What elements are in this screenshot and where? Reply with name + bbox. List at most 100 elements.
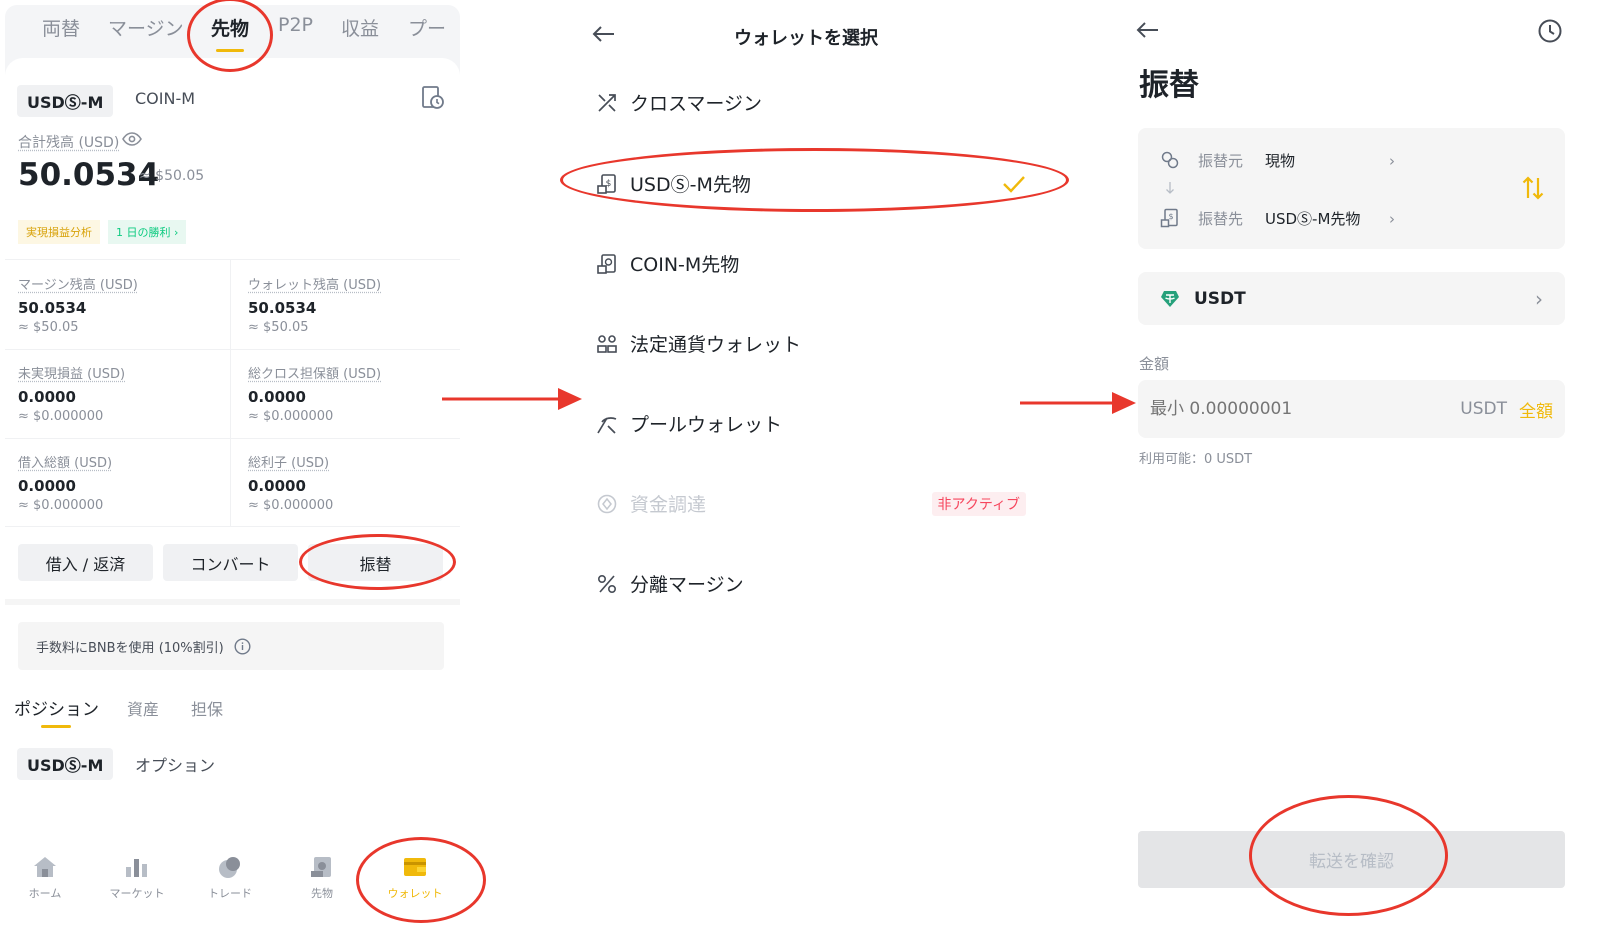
wallet-option-cross-margin[interactable]: クロスマージン	[596, 89, 762, 116]
wallet-option-pool[interactable]: プールウォレット	[596, 410, 782, 437]
futures-icon	[309, 855, 335, 879]
segment-coin-m[interactable]: COIN-M	[135, 89, 195, 108]
tab-p2p[interactable]: P2P	[278, 14, 313, 36]
available-balance: 利用可能：0 USDT	[1139, 452, 1253, 467]
position-segment-options[interactable]: オプション	[135, 752, 215, 776]
coin-select[interactable]: USDT ›	[1138, 272, 1565, 325]
highlight-futures-tab	[187, 0, 273, 72]
highlight-transfer-button	[299, 534, 456, 590]
wallet-option-funding: 資金調達 非アクティブ	[596, 490, 1026, 517]
convert-button[interactable]: コンバート	[163, 544, 298, 581]
pnl-analysis-chip[interactable]: 実現損益分析	[18, 220, 100, 244]
total-balance-approx: ≈ $50.05	[139, 168, 205, 184]
divider	[230, 259, 231, 526]
swap-direction-icon[interactable]	[1521, 174, 1545, 202]
wallet-balance-value: 50.0534	[248, 299, 317, 317]
unrealized-pnl-label: 未実現損益 (USD)	[18, 367, 126, 382]
nav-futures[interactable]: 先物	[287, 855, 357, 901]
bnb-fee-note[interactable]: 手数料にBNBを使用 (10%割引)	[18, 622, 444, 670]
tab-pool[interactable]: プー	[408, 14, 446, 41]
total-borrowed-approx: ≈ $0.000000	[18, 498, 104, 513]
highlight-usds-m-option	[560, 148, 1069, 212]
nav-trade[interactable]: トレード	[195, 855, 265, 901]
from-wallet-select[interactable]: 現物 ›	[1265, 150, 1395, 171]
amount-field[interactable]: USDT 全額	[1138, 380, 1565, 438]
tether-icon	[1160, 289, 1180, 309]
eye-icon[interactable]	[122, 131, 142, 147]
total-interest-value: 0.0000	[248, 477, 306, 495]
wallet-option-fiat[interactable]: 法定通貨ウォレット	[596, 330, 801, 357]
page-title: 振替	[1139, 68, 1199, 103]
nav-home-label: ホーム	[28, 887, 62, 900]
tab-exchange[interactable]: 両替	[42, 14, 80, 41]
from-value: 現物	[1265, 152, 1296, 170]
fiat-wallet-icon	[596, 333, 618, 355]
trade-icon	[217, 855, 243, 879]
position-segment-usds-m[interactable]: USDⓈ-M	[17, 748, 114, 780]
daily-win-chip[interactable]: 1 日の勝利 ›	[108, 220, 187, 244]
tab-margin[interactable]: マージン	[108, 14, 184, 41]
home-icon	[32, 855, 58, 879]
cross-margin-icon	[596, 92, 618, 114]
cross-collateral-value: 0.0000	[248, 388, 306, 406]
nav-home[interactable]: ホーム	[10, 855, 80, 901]
from-wallet-icon	[1160, 150, 1180, 170]
section-separator	[5, 599, 460, 605]
divider	[5, 349, 460, 350]
margin-balance-label: マージン残高 (USD)	[18, 278, 138, 293]
arrow-down-icon	[1165, 181, 1175, 195]
to-wallet-icon: $	[1160, 208, 1180, 228]
chevron-right-icon: ›	[1389, 209, 1395, 228]
wallet-option-label: 分離マージン	[630, 574, 744, 596]
to-wallet-select[interactable]: USDⓈ-M先物 ›	[1265, 208, 1395, 229]
red-arrow-icon	[1018, 390, 1138, 416]
wallet-option-label: クロスマージン	[630, 93, 763, 115]
divider	[5, 438, 460, 439]
futures-wallet-screen: 両替 マージン 先物 P2P 収益 プー USDⓈ-M COIN-M 合計残高 …	[0, 0, 470, 947]
total-interest-approx: ≈ $0.000000	[248, 498, 334, 513]
isolated-margin-icon	[596, 573, 618, 595]
cross-collateral-approx: ≈ $0.000000	[248, 409, 334, 424]
wallet-balance-approx: ≈ $50.05	[248, 320, 309, 335]
nav-markets-label: マーケット	[109, 887, 165, 900]
chevron-right-icon: ›	[1389, 151, 1395, 170]
chevron-right-icon: ›	[1535, 286, 1543, 311]
from-label: 振替元	[1198, 152, 1244, 170]
history-icon[interactable]	[421, 85, 445, 111]
inactive-badge: 非アクティブ	[931, 491, 1026, 516]
nav-trade-label: トレード	[208, 887, 252, 900]
nav-markets[interactable]: マーケット	[102, 855, 172, 901]
tab-positions[interactable]: ポジション	[14, 695, 99, 720]
back-arrow-icon[interactable]	[590, 24, 616, 44]
to-label: 振替先	[1198, 210, 1244, 228]
info-icon[interactable]	[234, 637, 251, 655]
borrow-repay-button[interactable]: 借入 / 返済	[18, 544, 153, 581]
amount-label: 金額	[1139, 355, 1170, 373]
tab-assets[interactable]: 資産	[127, 696, 159, 720]
max-button[interactable]: 全額	[1519, 397, 1553, 422]
amount-input[interactable]	[1150, 399, 1400, 419]
wallet-option-label: プールウォレット	[630, 414, 783, 436]
wallet-option-label: COIN-M先物	[630, 254, 740, 276]
highlight-wallet-nav	[356, 837, 486, 923]
history-clock-icon[interactable]	[1537, 18, 1563, 44]
segment-usds-m[interactable]: USDⓈ-M	[17, 85, 114, 117]
nav-futures-label: 先物	[311, 887, 333, 900]
page-title: ウォレットを選択	[734, 28, 878, 49]
wallet-balance-label: ウォレット残高 (USD)	[248, 278, 382, 293]
to-value: USDⓈ-M先物	[1265, 210, 1361, 228]
divider	[5, 259, 460, 260]
positions-tab-indicator	[41, 725, 71, 728]
tab-earn[interactable]: 収益	[341, 14, 379, 41]
wallet-option-coin-m-futures[interactable]: COIN-M先物	[596, 250, 739, 277]
funding-icon	[596, 493, 618, 515]
coin-label: USDT	[1194, 288, 1246, 309]
wallet-option-isolated-margin[interactable]: 分離マージン	[596, 570, 744, 597]
tab-collateral[interactable]: 担保	[191, 696, 223, 720]
daily-win-label: 1 日の勝利	[116, 226, 171, 239]
wallet-option-label: 法定通貨ウォレット	[630, 334, 802, 356]
wallet-option-label: 資金調達	[630, 494, 707, 516]
total-balance-label: 合計残高 (USD)	[18, 135, 120, 151]
svg-text:$: $	[1168, 212, 1173, 221]
back-arrow-icon[interactable]	[1134, 20, 1160, 40]
